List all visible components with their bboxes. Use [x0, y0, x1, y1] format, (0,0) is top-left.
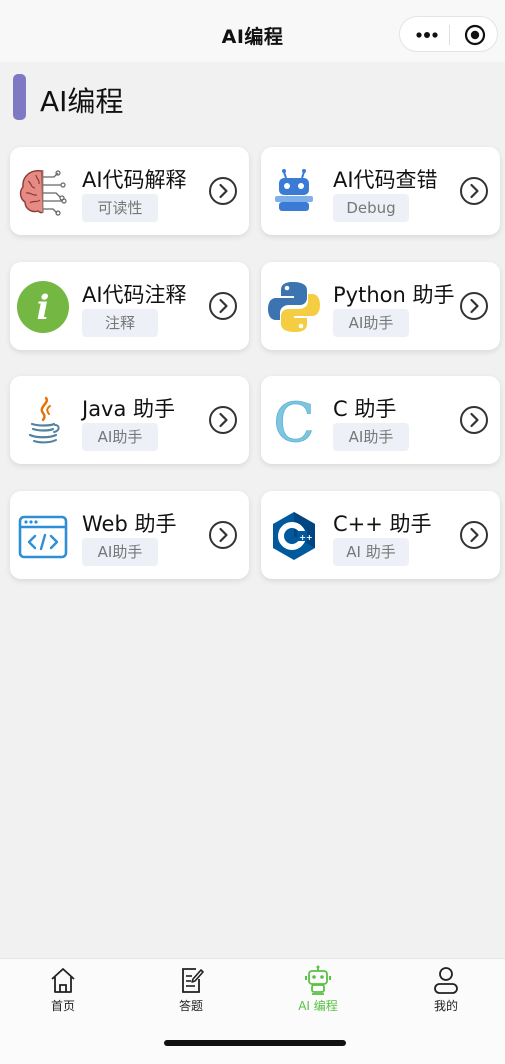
- tab-label: 我的: [433, 999, 458, 1013]
- user-icon: [434, 967, 458, 994]
- card-title: C++ 助手: [333, 512, 432, 536]
- svg-text:C: C: [273, 394, 314, 448]
- card-title: C 助手: [333, 397, 397, 421]
- chevron-right-circle-icon[interactable]: [459, 176, 489, 206]
- chevron-right-circle-icon[interactable]: [208, 291, 238, 321]
- chevron-right-circle-icon[interactable]: [208, 520, 238, 550]
- card-title: Web 助手: [82, 512, 177, 536]
- card-web-assistant[interactable]: Web 助手 AI助手: [10, 491, 249, 579]
- card-tag: 注释: [82, 309, 158, 337]
- bottom-tab-bar: 首页 答题 AI 编程 我的: [0, 958, 505, 1064]
- card-title: Java 助手: [82, 397, 176, 421]
- tab-label: AI 编程: [298, 999, 338, 1013]
- section-accent-bar: [13, 74, 26, 120]
- info-icon: i: [17, 281, 69, 333]
- c-icon: C: [273, 394, 315, 448]
- svg-text:++: ++: [299, 533, 312, 542]
- card-tag: AI助手: [333, 423, 409, 451]
- cpp-icon: ++: [273, 512, 315, 560]
- tab-label: 答题: [178, 999, 203, 1013]
- edit-icon: [182, 968, 204, 993]
- card-title: AI代码注释: [82, 283, 187, 307]
- web-code-icon: [18, 515, 68, 559]
- card-ai-code-debug[interactable]: AI代码查错 Debug: [261, 147, 500, 235]
- card-tag: 可读性: [82, 194, 158, 222]
- tab-home[interactable]: 首页: [23, 965, 103, 1017]
- card-tag: AI助手: [82, 538, 158, 566]
- tab-label: 首页: [50, 999, 75, 1013]
- python-icon: [268, 282, 320, 332]
- robot-icon: [305, 965, 331, 995]
- chevron-right-circle-icon[interactable]: [208, 176, 238, 206]
- more-dots-icon[interactable]: [415, 26, 439, 44]
- card-ai-code-explain[interactable]: AI代码解释 可读性: [10, 147, 249, 235]
- card-cpp-assistant[interactable]: ++ C++ 助手 AI 助手: [261, 491, 500, 579]
- card-python-assistant[interactable]: Python 助手 AI助手: [261, 262, 500, 350]
- section-title: AI编程: [40, 85, 124, 118]
- card-tag: AI 助手: [333, 538, 409, 566]
- card-java-assistant[interactable]: Java 助手 AI助手: [10, 376, 249, 464]
- capsule-divider: [449, 25, 450, 45]
- card-c-assistant[interactable]: C C 助手 AI助手: [261, 376, 500, 464]
- svg-text:i: i: [37, 288, 50, 328]
- tab-profile[interactable]: 我的: [406, 965, 486, 1017]
- card-ai-code-comment[interactable]: i AI代码注释 注释: [10, 262, 249, 350]
- target-icon[interactable]: [464, 24, 486, 46]
- card-title: AI代码解释: [82, 168, 187, 192]
- chevron-right-circle-icon[interactable]: [459, 520, 489, 550]
- card-tag: AI助手: [82, 423, 158, 451]
- chevron-right-circle-icon[interactable]: [459, 405, 489, 435]
- card-title: AI代码查错: [333, 168, 438, 192]
- card-tag: Debug: [333, 194, 409, 222]
- chevron-right-circle-icon[interactable]: [208, 405, 238, 435]
- card-tag: AI助手: [333, 309, 409, 337]
- tab-ai-coding[interactable]: AI 编程: [278, 965, 358, 1017]
- chevron-right-circle-icon[interactable]: [459, 291, 489, 321]
- home-indicator: [164, 1040, 346, 1046]
- card-title: Python 助手: [333, 283, 455, 307]
- java-icon: [28, 396, 60, 444]
- tab-quiz[interactable]: 答题: [151, 965, 231, 1017]
- brain-circuit-icon: [19, 170, 67, 216]
- robot-icon: [275, 169, 313, 211]
- home-icon: [51, 968, 75, 993]
- navigation-bar: AI编程: [0, 0, 505, 62]
- mini-program-capsule: [399, 16, 498, 52]
